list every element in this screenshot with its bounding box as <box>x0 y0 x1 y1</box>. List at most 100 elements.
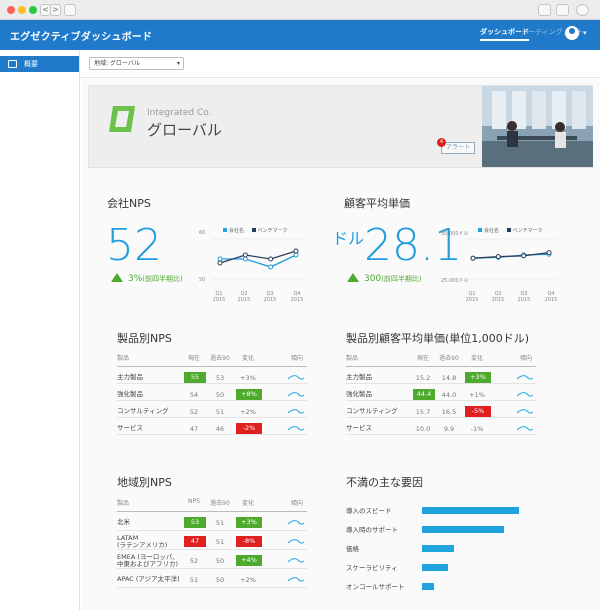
price-chart-series-1-point-1 <box>495 254 501 260</box>
price-trend-value: 300 <box>364 274 382 284</box>
region-select[interactable]: 地域: グローバル ▾ <box>89 57 184 70</box>
complaint-bar <box>422 545 454 552</box>
current-value: 51 <box>189 576 199 584</box>
avatar[interactable] <box>565 26 579 40</box>
app-title: エグゼクティブダッシュボード <box>10 32 153 43</box>
trend-sparkline <box>288 520 304 525</box>
table-header: 現在 <box>416 355 429 362</box>
complaint-bar <box>422 564 449 571</box>
row-label: コンサルティング <box>117 407 169 415</box>
row-divider <box>117 587 307 588</box>
trend-sparkline <box>288 426 304 431</box>
row-label: 強化製品 <box>346 390 372 398</box>
price-x-tick-q4: Q4 2015 <box>544 291 558 303</box>
past-value: 51 <box>215 408 225 416</box>
row-divider <box>346 434 536 435</box>
nps-x-tick-q2: Q2 2015 <box>237 291 251 303</box>
trend-sparkline <box>288 539 304 544</box>
nps-x-tick-q4: Q4 2015 <box>290 291 304 303</box>
nps-chart-series-0-point-1 <box>242 256 248 262</box>
window-titlebar: < > <box>0 0 600 20</box>
current-value: 47 <box>189 425 199 433</box>
nps-chart-series-0-point-2 <box>268 264 274 270</box>
office-photo <box>482 86 593 167</box>
nps-chart-series-1-point-3 <box>293 248 299 254</box>
company-banner: Integrated Co. グローバル アラート 4 <box>88 85 593 168</box>
trend-sparkline <box>288 577 304 582</box>
sidebar: 概要 <box>0 50 80 610</box>
overview-icon <box>8 60 17 68</box>
header-divider <box>117 511 307 512</box>
company-logo <box>109 106 135 132</box>
current-value: 44.4 <box>413 389 435 400</box>
region-select-value: 地域: グローバル <box>94 60 140 67</box>
share-icon[interactable] <box>538 4 551 16</box>
nps-chart-series-1-point-1 <box>242 252 248 258</box>
complaint-bar <box>422 583 434 590</box>
change-value: +2% <box>240 408 256 416</box>
nps-line-chart <box>212 238 304 280</box>
nps-y-tick-top: 60 <box>199 230 206 236</box>
chevron-down-icon[interactable]: ▾ <box>583 29 587 37</box>
zoom-window-button[interactable] <box>29 6 37 14</box>
complaint-bar <box>422 526 505 533</box>
past-value: 50 <box>215 391 225 399</box>
past-value: 44.0 <box>441 391 457 399</box>
sidebar-toggle-icon[interactable] <box>64 4 76 16</box>
legend-swatch-company <box>478 228 482 232</box>
trend-sparkline-path <box>288 409 304 414</box>
trend-sparkline-path <box>288 426 304 431</box>
row-label: EMEA (ヨーロッパ、 中東およびアフリカ) <box>117 553 179 568</box>
change-value: +4% <box>236 555 262 566</box>
change-value: -8% <box>236 536 262 547</box>
minimize-window-button[interactable] <box>18 6 26 14</box>
current-value: 15.2 <box>415 374 431 382</box>
nps-trend-note: (前四半期比) <box>142 275 183 283</box>
row-divider <box>117 530 307 531</box>
alert-count-badge: 4 <box>437 138 446 147</box>
price-x-tick-q2: Q2 2015 <box>491 291 505 303</box>
nps-region-table: 製品 NPS 過去90 変化 傾向 北米 53 51 +3% LATAM (ラテンアメリカ) 47 5… <box>117 498 307 588</box>
close-window-button[interactable] <box>7 6 15 14</box>
row-label: LATAM (ラテンアメリカ) <box>117 534 168 549</box>
sidebar-item-overview[interactable]: 概要 <box>0 56 79 72</box>
table-header: 傾向 <box>519 355 532 362</box>
trend-sparkline-path <box>517 375 533 380</box>
row-label: 主力製品 <box>346 373 372 381</box>
trend-sparkline <box>288 375 304 380</box>
alert-button[interactable]: アラート <box>441 142 475 154</box>
trend-sparkline <box>288 558 304 563</box>
price-product-table: 製品 現在 過去90 変化 傾向 主力製品 15.2 14.8 +3% 強化製品 44.4 44.0 +… <box>346 353 536 443</box>
row-label: 主力製品 <box>117 373 143 381</box>
download-icon[interactable] <box>576 4 589 16</box>
complaint-label: オンコールサポート <box>346 583 405 591</box>
past-value: 50 <box>215 576 225 584</box>
past-value: 51 <box>215 538 225 546</box>
nps-region-title: 地域別NPS <box>117 476 172 489</box>
price-chart-series-1-point-3 <box>546 250 552 256</box>
company-name: Integrated Co. <box>147 108 212 118</box>
price-trend-note: (前四半期比) <box>381 275 422 283</box>
header-divider <box>346 366 536 367</box>
change-value: -5% <box>465 406 491 417</box>
tabs-icon[interactable] <box>556 4 569 16</box>
table-header: NPS <box>188 498 200 505</box>
nps-chart-series-0-point-3 <box>293 252 299 258</box>
table-header: 傾向 <box>290 355 303 362</box>
past-value: 50 <box>215 557 225 565</box>
forward-button[interactable]: > <box>50 4 61 16</box>
nps-trend: 3%(前四半期比) <box>111 273 183 284</box>
table-header: 傾向 <box>290 500 303 507</box>
sidebar-item-label: 概要 <box>24 60 38 68</box>
change-value: +8% <box>236 389 262 400</box>
table-header: 製品 <box>117 355 130 362</box>
price-chart-series-1-line <box>472 251 550 259</box>
trend-sparkline <box>517 409 533 414</box>
table-header: 過去90 <box>439 355 459 362</box>
chevron-down-icon: ▾ <box>176 60 180 67</box>
change-value: +3% <box>465 372 491 383</box>
trend-sparkline <box>288 409 304 414</box>
legend-swatch-benchmark <box>251 228 256 232</box>
complaint-label: 導入時のサポート <box>346 526 398 534</box>
row-divider <box>117 383 307 384</box>
